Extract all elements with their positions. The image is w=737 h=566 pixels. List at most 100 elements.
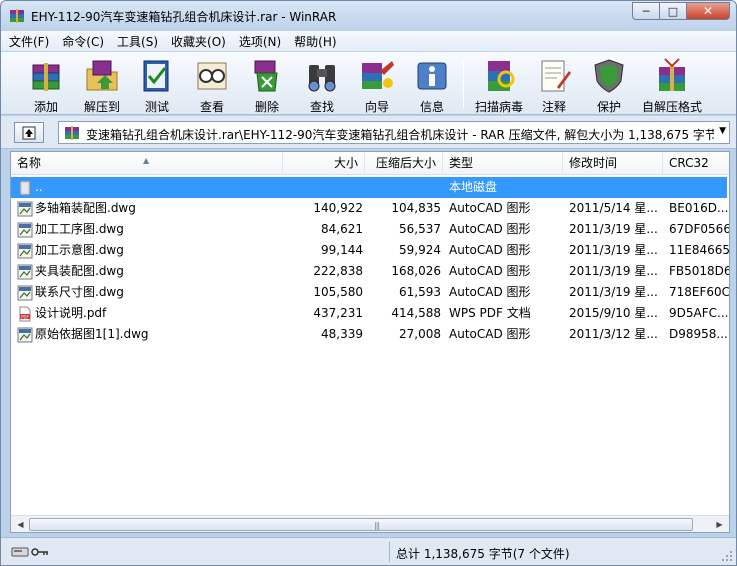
view-button[interactable]: 查看 [187, 55, 237, 114]
info-button-label: 信息 [419, 100, 444, 114]
file-type: AutoCAD 图形 [449, 264, 531, 278]
menu-options[interactable]: 选项(N) [239, 33, 281, 50]
table-row[interactable]: 夹具装配图.dwg 222,838 168,026 AutoCAD 图形 2011/3/… [11, 261, 729, 282]
svg-text:PDF: PDF [21, 314, 29, 319]
winrar-app-icon [10, 9, 24, 23]
dwg-file-icon [17, 222, 33, 238]
column-header-type[interactable]: 类型 [443, 152, 563, 175]
file-size: 48,339 [321, 327, 363, 341]
resize-grip-icon[interactable] [721, 550, 733, 562]
file-size: 84,621 [321, 222, 363, 236]
wizard-button[interactable]: 向导 [352, 55, 402, 114]
up-arrow-icon [22, 126, 36, 139]
title-bar[interactable]: EHY-112-90汽车变速箱钻孔组合机床设计.rar - WinRAR ─ □… [1, 1, 736, 31]
table-row[interactable]: PDF 设计说明.pdf 437,231 414,588 WPS PDF 文档 2015/… [11, 303, 728, 324]
scroll-right-icon[interactable]: ▶ [711, 517, 728, 532]
delete-icon [254, 60, 278, 92]
up-folder-button[interactable] [14, 122, 44, 143]
chevron-down-icon[interactable]: ▼ [719, 126, 726, 136]
file-crc [669, 177, 729, 198]
file-name: 夹具装配图.dwg [35, 264, 124, 278]
test-icon [143, 60, 169, 92]
menu-help[interactable]: 帮助(H) [294, 33, 336, 50]
file-crc: D98958... [669, 327, 728, 341]
file-packed-size: 27,008 [399, 327, 441, 341]
add-button[interactable]: 添加 [21, 55, 71, 114]
column-header-modified[interactable]: 修改时间 [563, 152, 663, 175]
address-bar: 变速箱钻孔组合机床设计.rar\EHY-112-90汽车变速箱钻孔组合机床设计 … [1, 116, 736, 149]
delete-button-label: 删除 [254, 100, 279, 114]
find-button[interactable]: 查找 [297, 55, 347, 114]
menu-favorites[interactable]: 收藏夹(O) [171, 33, 226, 50]
file-size [283, 177, 363, 198]
file-size: 105,580 [313, 285, 363, 299]
add-button-label: 添加 [33, 100, 58, 114]
file-modified [569, 177, 665, 198]
file-name: 加工示意图.dwg [35, 243, 124, 257]
list-header: 名称 ▲ 大小 压缩后大小 类型 修改时间 CRC32 [11, 152, 729, 175]
extract-to-button[interactable]: 解压到 [77, 55, 127, 114]
toolbar: 添加 解压到 测试 查看 删除 查找 向导 信息 扫描病毒 注释 保护 自解压格… [1, 51, 736, 115]
parent-folder-row[interactable]: .. 本地磁盘 [11, 177, 727, 198]
table-row[interactable]: 联系尺寸图.dwg 105,580 61,593 AutoCAD 图形 2011/3/1… [11, 282, 729, 303]
column-header-packed[interactable]: 压缩后大小 [365, 152, 443, 175]
close-button[interactable]: ✕ [686, 2, 730, 20]
pdf-file-icon: PDF [19, 306, 31, 322]
file-type: WPS PDF 文档 [449, 306, 531, 320]
sfx-button[interactable]: 自解压格式 [637, 55, 707, 114]
menu-file[interactable]: 文件(F) [9, 33, 49, 50]
file-type: AutoCAD 图形 [449, 285, 531, 299]
file-packed-size [365, 177, 441, 198]
file-modified: 2011/3/19 星... [569, 264, 658, 278]
comment-button[interactable]: 注释 [529, 55, 579, 114]
protect-shield-icon [594, 59, 624, 93]
dwg-file-icon [17, 285, 33, 301]
scrollbar-thumb[interactable]: ||| [29, 518, 693, 531]
delete-button[interactable]: 删除 [242, 55, 292, 114]
file-type: AutoCAD 图形 [449, 222, 531, 236]
wizard-icon [362, 61, 394, 89]
find-binoculars-icon [308, 65, 336, 92]
sort-ascending-icon: ▲ [143, 156, 150, 165]
menu-bar: 文件(F) 命令(C) 工具(S) 收藏夹(O) 选项(N) 帮助(H) [1, 31, 736, 51]
status-summary: 总计 1,138,675 字节(7 个文件) [396, 547, 570, 561]
table-row[interactable]: 多轴箱装配图.dwg 140,922 104,835 AutoCAD 图形 2011/5… [11, 198, 728, 219]
archive-path-field[interactable]: 变速箱钻孔组合机床设计.rar\EHY-112-90汽车变速箱钻孔组合机床设计 … [58, 121, 730, 144]
info-button[interactable]: 信息 [407, 55, 457, 114]
horizontal-scrollbar[interactable]: ◀ ||| ▶ [11, 515, 729, 532]
table-row[interactable]: 加工工序图.dwg 84,621 56,537 AutoCAD 图形 2011/3/19… [11, 219, 729, 240]
file-type: 本地磁盘 [449, 180, 498, 194]
file-modified: 2011/3/19 星... [569, 222, 658, 236]
toolbar-separator [463, 60, 464, 108]
file-modified: 2011/3/19 星... [569, 243, 658, 257]
file-type: AutoCAD 图形 [449, 201, 531, 215]
file-name: 设计说明.pdf [35, 306, 107, 320]
file-name: 加工工序图.dwg [35, 222, 124, 236]
minimize-button[interactable]: ─ [632, 2, 659, 20]
test-button[interactable]: 测试 [132, 55, 182, 114]
protect-button[interactable]: 保护 [584, 55, 634, 114]
file-type: AutoCAD 图形 [449, 243, 531, 257]
file-modified: 2011/3/12 星... [569, 327, 658, 341]
test-button-label: 测试 [144, 100, 169, 114]
column-header-name[interactable]: 名称 ▲ [11, 152, 283, 175]
menu-tools[interactable]: 工具(S) [117, 33, 158, 50]
scrollbar-grip-icon: ||| [374, 521, 380, 530]
virus-scan-button[interactable]: 扫描病毒 [471, 55, 527, 114]
file-name: 原始依据图1[1].dwg [35, 327, 149, 341]
maximize-button[interactable]: □ [659, 2, 686, 20]
table-row[interactable]: 原始依据图1[1].dwg 48,339 27,008 AutoCAD 图形 2011/… [11, 324, 728, 345]
status-divider [389, 542, 390, 562]
file-crc: 67DF0566 [669, 222, 729, 236]
file-type: AutoCAD 图形 [449, 327, 531, 341]
column-header-size[interactable]: 大小 [283, 152, 365, 175]
column-header-crc[interactable]: CRC32 [663, 152, 729, 175]
archive-path-text: 变速箱钻孔组合机床设计.rar\EHY-112-90汽车变速箱钻孔组合机床设计 … [86, 128, 714, 142]
view-icon [197, 62, 227, 90]
wizard-button-label: 向导 [364, 100, 389, 114]
extract-to-button-label: 解压到 [83, 100, 120, 114]
protect-button-label: 保护 [596, 100, 621, 114]
scroll-left-icon[interactable]: ◀ [12, 517, 29, 532]
menu-commands[interactable]: 命令(C) [62, 33, 104, 50]
table-row[interactable]: 加工示意图.dwg 99,144 59,924 AutoCAD 图形 2011/3/19… [11, 240, 729, 261]
